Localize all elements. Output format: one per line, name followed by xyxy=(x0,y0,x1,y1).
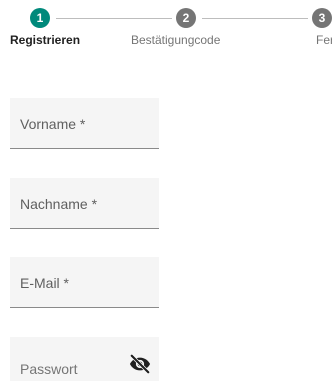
password-field[interactable]: Passwort xyxy=(10,337,159,381)
step-connector-2 xyxy=(202,18,308,19)
step-3-label: Fertig xyxy=(316,33,332,47)
step-1-circle: 1 xyxy=(30,8,50,28)
step-3-circle: 3 xyxy=(312,8,332,28)
last-name-field[interactable]: Nachname * xyxy=(10,178,159,229)
first-name-field[interactable]: Vorname * xyxy=(10,98,159,149)
eye-slash-icon[interactable] xyxy=(129,353,151,375)
email-field[interactable]: E-Mail * xyxy=(10,257,159,308)
step-2-circle: 2 xyxy=(176,8,196,28)
registration-stepper: 1 Registrieren 2 Bestätigungcode 3 Ferti… xyxy=(0,0,332,48)
first-name-label: Vorname * xyxy=(20,116,86,132)
last-name-label: Nachname * xyxy=(20,196,98,212)
step-1-label: Registrieren xyxy=(10,33,81,47)
email-label: E-Mail * xyxy=(20,275,70,291)
step-connector-1 xyxy=(56,18,172,19)
step-2-label: Bestätigungcode xyxy=(131,33,221,47)
password-label: Passwort xyxy=(20,361,78,377)
